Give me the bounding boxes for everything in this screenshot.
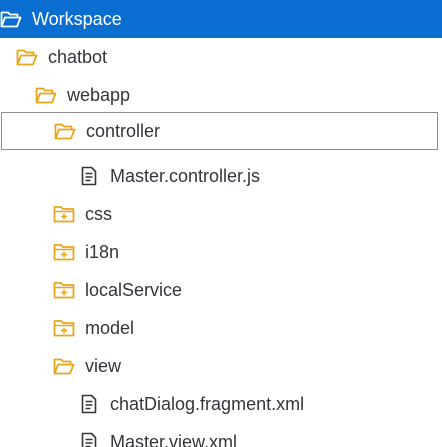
tree-item-label: Master.controller.js (110, 165, 261, 186)
tree-item-label: i18n (85, 241, 120, 262)
tree-item-i18n[interactable]: i18n (0, 233, 442, 271)
tree-item-master-controller-js[interactable]: Master.controller.js (0, 157, 442, 195)
tree-item-chatdialog-fragment-xml[interactable]: chatDialog.fragment.xml (0, 385, 442, 423)
tree-item-label: controller (86, 120, 161, 141)
folder-closed-icon (53, 241, 75, 263)
tree-item-label: css (85, 203, 112, 224)
tree-item-workspace[interactable]: Workspace (0, 0, 442, 38)
tree-item-master-view-xml[interactable]: Master.view.xml (0, 423, 442, 447)
tree-item-chatbot[interactable]: chatbot (0, 38, 442, 76)
file-icon (78, 393, 100, 415)
tree-item-webapp[interactable]: webapp (0, 76, 442, 114)
tree-item-view[interactable]: view (0, 347, 442, 385)
file-icon (78, 431, 100, 447)
tree-item-label: chatDialog.fragment.xml (110, 393, 305, 414)
folder-closed-icon (53, 279, 75, 301)
tree-item-localservice[interactable]: localService (0, 271, 442, 309)
file-icon (78, 165, 100, 187)
tree-item-controller[interactable]: controller (1, 112, 438, 150)
tree-item-label: webapp (67, 84, 131, 105)
tree-item-label: localService (85, 279, 183, 300)
folder-closed-icon (53, 317, 75, 339)
folder-open-icon (35, 84, 57, 106)
tree-item-label: Master.view.xml (110, 431, 238, 447)
folder-open-icon (0, 8, 22, 30)
tree-item-label: chatbot (48, 46, 108, 67)
tree-item-label: view (85, 355, 122, 376)
tree-item-label: Workspace (32, 8, 122, 29)
folder-open-icon (53, 355, 75, 377)
tree-item-label: model (85, 317, 135, 338)
folder-open-icon (16, 46, 38, 68)
tree-item-css[interactable]: css (0, 195, 442, 233)
folder-closed-icon (53, 203, 75, 225)
workspace-file-tree: Workspace chatbot webapp controller Master.c… (0, 0, 442, 447)
folder-open-icon (54, 120, 76, 142)
tree-item-model[interactable]: model (0, 309, 442, 347)
